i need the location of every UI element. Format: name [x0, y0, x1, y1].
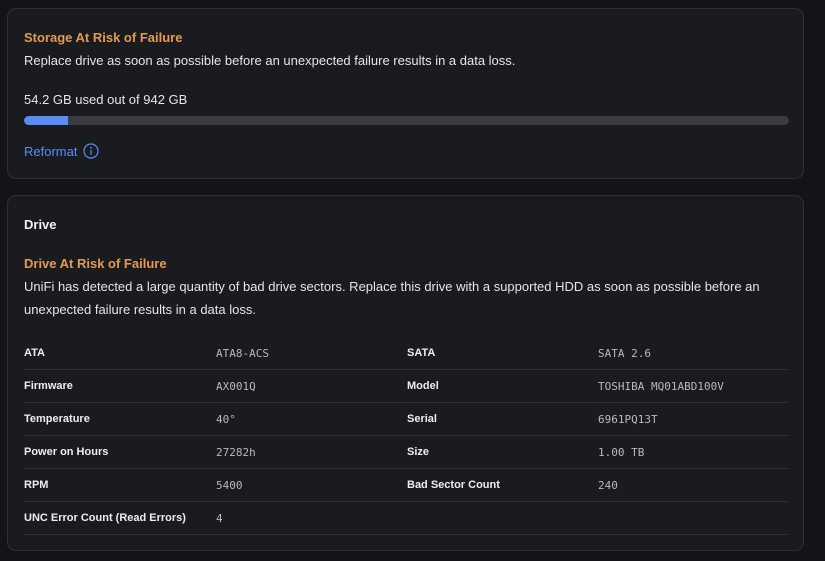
- spec-value: 5400: [216, 468, 407, 502]
- reformat-label: Reformat: [24, 143, 78, 159]
- spec-value: 4: [216, 501, 407, 535]
- spec-row-rpm: RPM 5400 Bad Sector Count 240: [24, 468, 789, 502]
- storage-usage-text: 54.2 GB used out of 942 GB: [24, 92, 188, 107]
- spec-row-unc-errors: UNC Error Count (Read Errors) 4: [24, 501, 789, 535]
- drive-card: Drive Drive At Risk of Failure UniFi has…: [7, 195, 804, 551]
- storage-usage-bar-fill: [24, 116, 68, 125]
- drive-heading: Drive: [24, 217, 57, 232]
- drive-warning-description: UniFi has detected a large quantity of b…: [24, 279, 760, 317]
- spec-value: 1.00 TB: [598, 435, 789, 469]
- spec-label: Model: [407, 369, 598, 403]
- spec-label: Serial: [407, 402, 598, 436]
- spec-label: SATA: [407, 337, 598, 370]
- spec-value: SATA 2.6: [598, 337, 789, 370]
- spec-row-ata: ATA ATA8-ACS SATA SATA 2.6: [24, 337, 789, 370]
- spec-value: AX001Q: [216, 369, 407, 403]
- drive-specs-table: ATA ATA8-ACS SATA SATA 2.6 Firmware AX00…: [24, 337, 789, 535]
- spec-value: ATA8-ACS: [216, 337, 407, 370]
- spec-label: Temperature: [24, 402, 216, 436]
- spec-value: 240: [598, 468, 789, 502]
- drive-warning-title: Drive At Risk of Failure: [24, 256, 167, 271]
- reformat-button[interactable]: Reformat: [24, 143, 100, 159]
- storage-usage-bar: [24, 116, 789, 125]
- storage-warning-description: Replace drive as soon as possible before…: [24, 53, 516, 68]
- spec-row-firmware: Firmware AX001Q Model TOSHIBA MQ01ABD100…: [24, 369, 789, 403]
- spec-value: 6961PQ13T: [598, 402, 789, 436]
- spec-label: UNC Error Count (Read Errors): [24, 501, 216, 535]
- storage-card: Storage At Risk of Failure Replace drive…: [7, 8, 804, 179]
- spec-value: TOSHIBA MQ01ABD100V: [598, 369, 789, 403]
- spec-label: Power on Hours: [24, 435, 216, 469]
- spec-value: 27282h: [216, 435, 407, 469]
- info-circle-icon[interactable]: [83, 143, 100, 159]
- spec-row-power-on-hours: Power on Hours 27282h Size 1.00 TB: [24, 435, 789, 469]
- spec-row-temperature: Temperature 40° Serial 6961PQ13T: [24, 402, 789, 436]
- spec-label: [407, 501, 598, 535]
- spec-label: Firmware: [24, 369, 216, 403]
- storage-warning-title: Storage At Risk of Failure: [24, 30, 183, 45]
- spec-value: 40°: [216, 402, 407, 436]
- spec-label: ATA: [24, 337, 216, 370]
- spec-label: RPM: [24, 468, 216, 502]
- spec-label: Size: [407, 435, 598, 469]
- spec-value: [598, 501, 789, 535]
- spec-label: Bad Sector Count: [407, 468, 598, 502]
